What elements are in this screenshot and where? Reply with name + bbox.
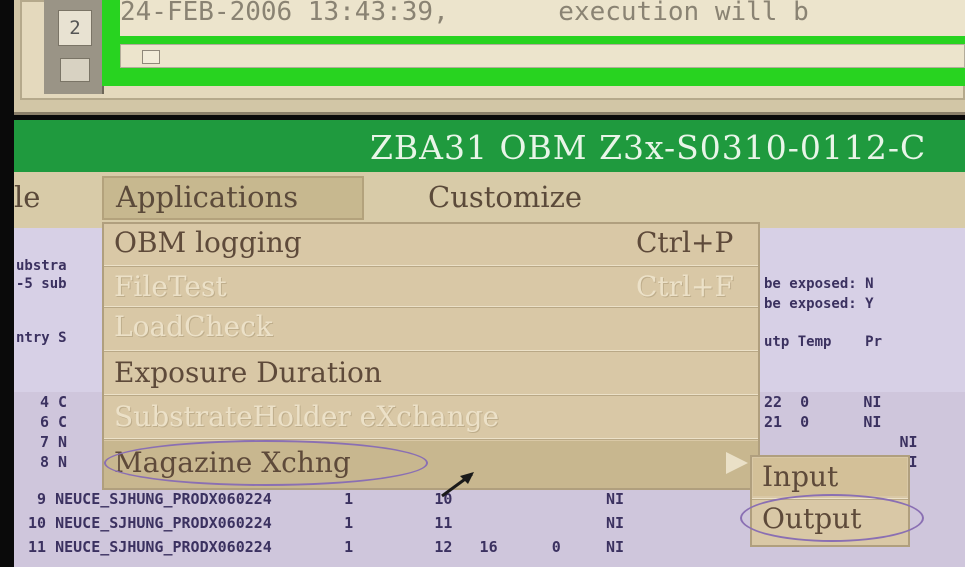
menu-separator	[104, 265, 758, 267]
table-row: 9 NEUCE_SJHUNG_PRODX060224 1 10 NI	[28, 490, 625, 508]
line-number: 2	[58, 10, 92, 46]
menu-applications-label: Applications	[116, 180, 299, 214]
table-row: 21 0 NI	[764, 413, 882, 431]
info-line: be exposed: N	[764, 276, 874, 292]
menu-separator	[104, 394, 758, 396]
menu-separator	[104, 306, 758, 308]
table-row: 7 N	[40, 433, 68, 451]
table-row: NI	[764, 433, 918, 451]
menu-item-obm-logging[interactable]: OBM logging	[114, 226, 302, 259]
shortcut-obm-logging: Ctrl+P	[636, 226, 734, 259]
mouse-pointer-icon	[441, 472, 474, 498]
menu-item-substrateholder-exchange[interactable]: SubstrateHolder eXchange	[114, 400, 499, 433]
menu-customize[interactable]: Customize	[428, 180, 582, 214]
submenu-arrow-icon	[726, 452, 748, 474]
shortcut-filetest: Ctrl+F	[636, 270, 734, 303]
highlight-ring	[104, 440, 428, 486]
table-row: 10 NEUCE_SJHUNG_PRODX060224 1 11 NI	[28, 514, 625, 532]
table-header: utp Temp Pr	[764, 334, 883, 350]
menu-file[interactable]: le	[14, 180, 40, 214]
info-line: -5 sub	[16, 276, 67, 292]
menu-item-filetest[interactable]: FileTest	[114, 270, 227, 303]
table-row: 6 C	[40, 413, 68, 431]
menu-item-exposure-duration[interactable]: Exposure Duration	[114, 356, 382, 389]
submenu-item-input[interactable]: Input	[762, 460, 838, 493]
menu-separator	[104, 350, 758, 352]
table-header: ntry S	[16, 330, 67, 346]
table-row: 4 C	[40, 393, 68, 411]
table-row: 8 N	[40, 453, 68, 471]
table-row: 22 0 NI	[764, 393, 882, 411]
menu-separator	[104, 438, 758, 440]
scrollbar-thumb[interactable]	[142, 50, 160, 64]
menu-item-loadcheck[interactable]: LoadCheck	[114, 310, 273, 343]
info-line: be exposed: Y	[764, 296, 874, 312]
gutter-scroll-button[interactable]	[60, 58, 90, 82]
horizontal-scrollbar[interactable]	[120, 44, 965, 68]
log-text: 24-FEB-2006 13:43:39, execution will b	[120, 0, 965, 36]
info-line: ubstra	[16, 258, 67, 274]
table-row: 11 NEUCE_SJHUNG_PRODX060224 1 12 16 0 NI	[28, 538, 625, 556]
highlight-ring	[740, 494, 924, 542]
window-title: ZBA31 OBM Z3x-S0310-0112-C	[370, 128, 927, 167]
